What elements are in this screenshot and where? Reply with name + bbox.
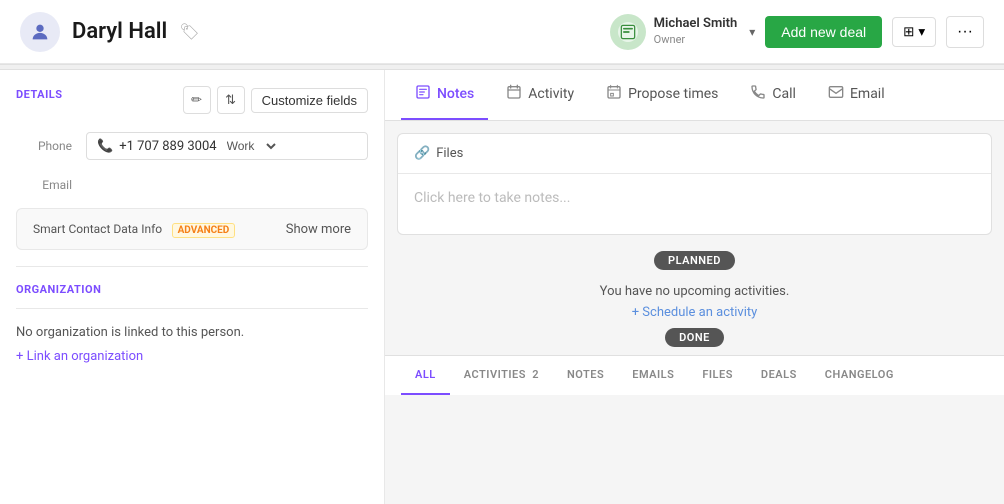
all-tab-label: ALL [415, 368, 436, 381]
activity-tab-label: Activity [528, 86, 574, 102]
email-field-row: Email [16, 174, 368, 196]
user-dropdown-arrow[interactable]: ▾ [749, 25, 755, 39]
planned-badge: PLANNED [654, 251, 735, 270]
notes-tab-icon [415, 84, 431, 104]
view-toggle-button[interactable]: ⊞ ▾ [892, 17, 936, 47]
view-dropdown-arrow: ▾ [918, 24, 925, 40]
paperclip-icon: 🔗 [414, 146, 430, 161]
notes-bottom-tab-label: NOTES [567, 368, 604, 381]
activities-tab-badge: 2 [532, 368, 539, 381]
tab-notes[interactable]: Notes [401, 70, 488, 120]
bottom-tab-all[interactable]: ALL [401, 356, 450, 395]
header-left: Daryl Hall 🏷 [20, 12, 200, 52]
advanced-badge: ADVANCED [172, 223, 236, 238]
bottom-tab-deals[interactable]: DEALS [747, 356, 811, 395]
smart-contact-label: Smart Contact Data Info [33, 222, 162, 236]
contact-name: Daryl Hall [72, 19, 167, 44]
bottom-tab-emails[interactable]: EMAILS [618, 356, 688, 395]
call-tab-label: Call [772, 86, 796, 102]
bottom-tab-files[interactable]: FILES [688, 356, 747, 395]
divider-1 [16, 266, 368, 267]
header: Daryl Hall 🏷 Michael Smith Owner ▾ Add n… [0, 0, 1004, 64]
phone-number: +1 707 889 3004 [119, 139, 216, 154]
tab-propose-times[interactable]: Propose times [592, 70, 732, 120]
contact-avatar [20, 12, 60, 52]
right-panel: Notes Activity Propose times Call [385, 70, 1004, 504]
sort-button[interactable]: ⇅ [217, 86, 245, 114]
user-name: Michael Smith [654, 16, 738, 33]
user-info: Michael Smith Owner ▾ [610, 14, 756, 50]
show-more-button[interactable]: Show more [286, 222, 351, 237]
add-deal-button[interactable]: Add new deal [765, 16, 882, 48]
activities-tab-label: ACTIVITIES [464, 368, 526, 381]
details-header: DETAILS ✏ ⇅ Customize fields [16, 86, 368, 114]
call-tab-icon [750, 84, 766, 104]
schedule-activity-link[interactable]: + Schedule an activity [632, 305, 758, 320]
done-badge: DONE [665, 328, 724, 347]
files-tab-label: Files [436, 146, 463, 161]
propose-times-label: Propose times [628, 86, 718, 102]
user-avatar [610, 14, 646, 50]
files-tab[interactable]: 🔗 Files [414, 146, 463, 161]
phone-value: 📞 +1 707 889 3004 Work Home Mobile [86, 132, 368, 160]
customize-fields-button[interactable]: Customize fields [251, 88, 368, 113]
deals-tab-label: DEALS [761, 368, 797, 381]
email-tab-icon [828, 84, 844, 104]
bottom-tab-notes[interactable]: NOTES [553, 356, 618, 395]
phone-field-row: Phone 📞 +1 707 889 3004 Work Home Mobile [16, 128, 368, 164]
tab-call[interactable]: Call [736, 70, 810, 120]
smart-contact-box: Smart Contact Data Info ADVANCED Show mo… [16, 208, 368, 250]
notes-area: 🔗 Files Click here to take notes... [397, 133, 992, 235]
activity-tab-icon [506, 84, 522, 104]
details-section-title: DETAILS [16, 88, 63, 101]
email-tab-label: Email [850, 86, 885, 102]
tag-icon[interactable]: 🏷 [179, 22, 199, 41]
divider-2 [16, 308, 368, 309]
propose-times-icon [606, 84, 622, 104]
phone-type-select[interactable]: Work Home Mobile [223, 138, 279, 154]
details-actions: ✏ ⇅ Customize fields [183, 86, 368, 114]
link-organization-button[interactable]: + Link an organization [16, 349, 143, 364]
phone-icon: 📞 [97, 139, 113, 154]
no-organization-text: No organization is linked to this person… [16, 325, 368, 340]
emails-tab-label: EMAILS [632, 368, 674, 381]
done-section: DONE [397, 328, 992, 347]
more-options-button[interactable]: ··· [946, 16, 984, 48]
no-activities-text: You have no upcoming activities. [600, 284, 790, 299]
bottom-tab-activities[interactable]: ACTIVITIES 2 [450, 356, 553, 395]
notes-tab-label: Notes [437, 86, 474, 102]
bottom-tabs-bar: ALL ACTIVITIES 2 NOTES EMAILS FILES DEAL… [385, 355, 1004, 395]
edit-button[interactable]: ✏ [183, 86, 211, 114]
files-bottom-tab-label: FILES [702, 368, 733, 381]
organization-section-title: ORGANIZATION [16, 283, 368, 296]
planned-section: PLANNED You have no upcoming activities.… [397, 251, 992, 320]
smart-contact-info: Smart Contact Data Info ADVANCED [33, 221, 235, 237]
tab-email[interactable]: Email [814, 70, 899, 120]
tabs-bar: Notes Activity Propose times Call [385, 70, 1004, 121]
main-content: DETAILS ✏ ⇅ Customize fields Phone 📞 +1 … [0, 70, 1004, 504]
tab-activity[interactable]: Activity [492, 70, 588, 120]
grid-icon: ⊞ [903, 24, 914, 40]
bottom-tab-changelog[interactable]: CHANGELOG [811, 356, 908, 395]
left-panel: DETAILS ✏ ⇅ Customize fields Phone 📞 +1 … [0, 70, 385, 504]
user-role: Owner [654, 33, 738, 47]
changelog-tab-label: CHANGELOG [825, 368, 894, 381]
notes-input[interactable]: Click here to take notes... [398, 174, 991, 234]
files-tab-row: 🔗 Files [398, 134, 991, 174]
phone-label: Phone [16, 139, 86, 153]
email-label: Email [16, 178, 86, 192]
header-right: Michael Smith Owner ▾ Add new deal ⊞ ▾ ·… [610, 14, 984, 50]
user-details: Michael Smith Owner [654, 16, 738, 47]
